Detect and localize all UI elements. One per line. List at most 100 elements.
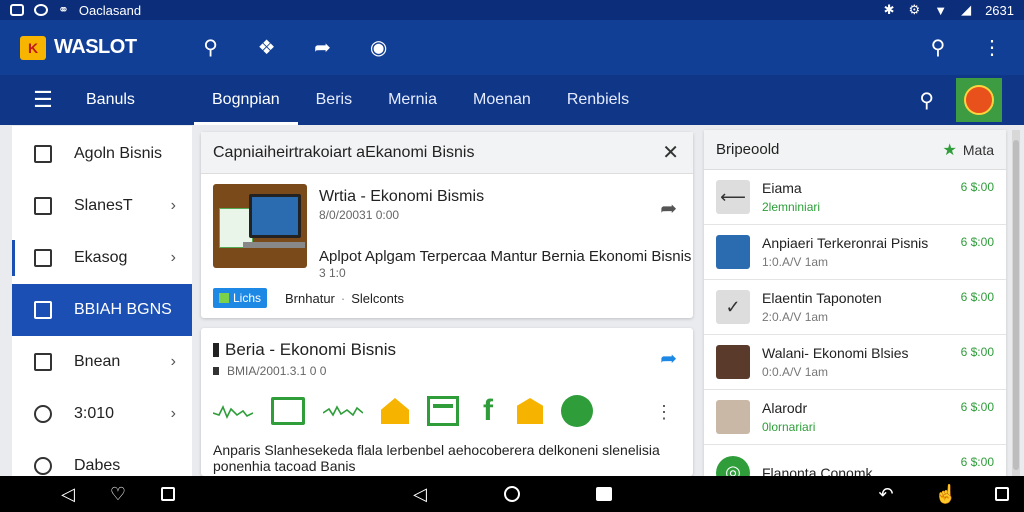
scrollbar[interactable] [1012, 130, 1020, 476]
list-item[interactable]: Anpiaeri Terkeronrai Pisnis 1:0.A/V 1am … [704, 225, 1006, 280]
search-icon[interactable]: ⚲ [919, 88, 934, 113]
home-icon[interactable] [500, 482, 524, 506]
target-icon[interactable]: ◉ [365, 34, 393, 62]
touch-icon[interactable]: ☝ [934, 482, 958, 506]
image-icon [10, 4, 24, 16]
building-icon [34, 145, 52, 163]
chevron-right-icon: › [170, 249, 176, 266]
close-icon[interactable]: ✕ [662, 140, 679, 165]
app-logo[interactable]: K [20, 35, 46, 60]
article-date: 8/0/20031 0:00 [319, 208, 400, 222]
list-item-title: Anpiaeri Terkeronrai Pisnis [762, 235, 929, 251]
check-icon: ✓ [716, 290, 750, 324]
tab-moenan[interactable]: Moenan [455, 75, 549, 125]
laptop-screen-image [249, 194, 301, 238]
article-card: Beria - Ekonomi Bisnis BMIA/2001.3.1 0 0… [201, 328, 693, 476]
list-item-title: Elaentin Taponoten [762, 290, 882, 306]
wave-chart-icon [213, 405, 253, 419]
rotate-icon[interactable]: ↶ [874, 482, 898, 506]
list-item[interactable]: ⟵ Eiama 2lemniniari 6 $:00 [704, 170, 1006, 225]
app-bar: K WASLOT ⚲ ❖ ➦ ◉ ⚲ ⋮ [0, 20, 1024, 75]
back-icon[interactable]: ◁ [56, 482, 80, 506]
search-icon[interactable]: ⚲ [197, 34, 225, 62]
article-title[interactable]: Wrtia - Ekonomi Bismis [319, 188, 484, 206]
panel-title: Bripeoold [716, 141, 780, 158]
more-vertical-icon[interactable]: ⋮ [978, 34, 1006, 62]
sidebar-item-bbiah-bgns[interactable]: BBIAH BGNS [12, 284, 192, 336]
facebook-icon[interactable]: f [477, 394, 499, 428]
home-icon [34, 249, 52, 267]
feature-icon-row: f [213, 394, 593, 428]
tab-renbiels[interactable]: Renbiels [549, 75, 647, 125]
chart-window-icon[interactable] [271, 397, 305, 425]
back-icon[interactable]: ◁ [408, 482, 432, 506]
avatar[interactable] [956, 78, 1002, 122]
article-date-secondary: 3 1:0 [319, 266, 346, 280]
sidebar-item-agoln-bisnis[interactable]: Agoln Bisnis [12, 128, 192, 180]
sidebar-item-3010[interactable]: 3:010 › [12, 388, 192, 440]
wave-chart-icon [323, 405, 363, 417]
tag-icon [219, 293, 229, 303]
list-item-subtitle: 0:0.A/V 1am [762, 365, 829, 379]
more-vertical-icon[interactable]: ⋮ [655, 402, 673, 423]
chevron-right-icon: › [170, 405, 176, 422]
list-item-price: 6 $:00 [960, 290, 994, 304]
share-icon[interactable]: ➦ [309, 34, 337, 62]
sidebar-item-slanest[interactable]: SlanesT › [12, 180, 192, 232]
chevron-right-icon: › [170, 353, 176, 370]
list-item-subtitle: 2lemniniari [762, 200, 821, 214]
panel-more-button[interactable]: ★ Mata [943, 140, 994, 160]
section-title: Banuls [86, 91, 135, 108]
house-icon[interactable] [381, 398, 409, 424]
photo-thumbnail [716, 345, 750, 379]
footer-meta: Slelconts [351, 290, 404, 306]
sidebar-item-bnean[interactable]: Bnean › [12, 336, 192, 388]
category-badge[interactable]: Lichs [213, 288, 268, 308]
keyboard-icon[interactable] [990, 482, 1014, 506]
status-time: 2631 [985, 2, 1014, 18]
laptop-thumbnail[interactable] [213, 184, 307, 268]
person-thumbnail [716, 400, 750, 434]
tab-bognpian[interactable]: Bognpian [194, 75, 298, 125]
share-arrow-icon[interactable]: ➦ [660, 196, 677, 221]
card-footer: Lichs Brnhatur · Slelconts [213, 288, 404, 308]
sidebar-item-ekasog[interactable]: Ekasog › [12, 232, 192, 284]
status-bar: ⚭ Oaclasand ✱ ⚙ ▼ ◢ 2631 [0, 0, 1024, 20]
list-item[interactable]: ✓ Elaentin Taponoten 2:0.A/V 1am 6 $:00 [704, 280, 1006, 335]
sidebar-item-label: Ekasog [74, 249, 128, 266]
sidebar-item-dabes[interactable]: Dabes [12, 440, 192, 476]
puzzle-icon[interactable]: ❖ [253, 34, 281, 62]
laptop-base-image [243, 242, 305, 248]
list-item[interactable]: Walani- Ekonomi Blsies 0:0.A/V 1am 6 $:0… [704, 335, 1006, 390]
hamburger-menu-icon[interactable]: ☰ [0, 87, 86, 113]
tab-mernia[interactable]: Mernia [370, 75, 455, 125]
heart-icon[interactable]: ♡ [106, 482, 130, 506]
footer-separator: · [340, 290, 346, 306]
sidebar-item-label: BBIAH BGNS [74, 301, 172, 318]
list-item-price: 6 $:00 [960, 345, 994, 359]
chat-icon [34, 4, 48, 16]
list-item-price: 6 $:00 [960, 455, 994, 469]
search-icon[interactable]: ⚲ [924, 34, 952, 62]
bluetooth-icon: ✱ [883, 2, 895, 17]
star-icon: ★ [942, 141, 957, 159]
recents-icon[interactable] [592, 482, 616, 506]
refresh-icon[interactable] [561, 395, 593, 427]
list-item-subtitle: 2:0.A/V 1am [762, 310, 829, 324]
list-item-title: Eiama [762, 180, 802, 196]
list-item-subtitle: 0lornariari [762, 420, 816, 434]
wallet-icon [34, 301, 52, 319]
article-description: Aplpot Aplgam Terpercaa Mantur Bernia Ek… [319, 248, 692, 265]
calendar-icon[interactable] [427, 396, 459, 426]
tab-beris[interactable]: Beris [298, 75, 370, 125]
article-date: BMIA/2001.3.1 0 0 [213, 364, 326, 378]
recents-icon[interactable] [156, 482, 180, 506]
tag-icon[interactable] [517, 398, 543, 424]
share-arrow-icon[interactable]: ➦ [660, 346, 677, 371]
navigation-bar: ◁ ♡ ◁ ↶ ☝ [0, 476, 1024, 512]
list-item[interactable]: Alarodr 0lornariari 6 $:00 [704, 390, 1006, 445]
date-marker [213, 367, 219, 375]
article-title[interactable]: Beria - Ekonomi Bisnis [213, 340, 396, 360]
title-marker [213, 343, 219, 357]
scrollbar-thumb[interactable] [1013, 140, 1019, 470]
